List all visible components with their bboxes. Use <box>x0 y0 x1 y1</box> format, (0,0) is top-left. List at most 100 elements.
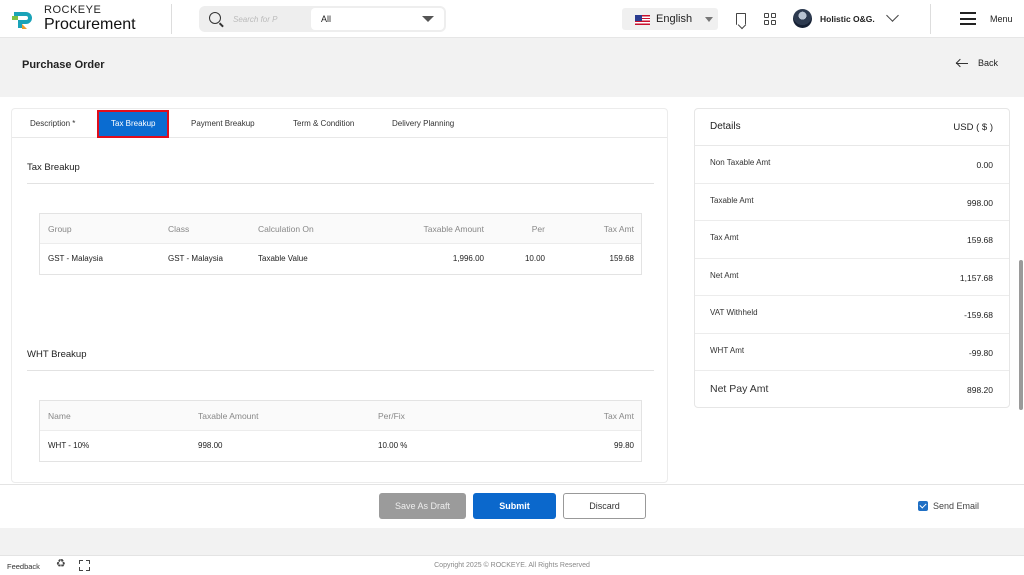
tab-payment-breakup[interactable]: Payment Breakup <box>191 119 255 128</box>
details-panel: Details USD ( $ ) Non Taxable Amt 0.00 T… <box>694 108 1010 408</box>
column-header: Taxable Amount <box>198 411 259 421</box>
search-input[interactable] <box>233 11 309 27</box>
tab-delivery-planning[interactable]: Delivery Planning <box>392 119 454 128</box>
table-row: WHT - 10% 998.00 10.00 % 99.80 <box>40 431 641 461</box>
column-header: Group <box>48 224 72 234</box>
table-row: GST - Malaysia GST - Malaysia Taxable Va… <box>40 244 641 274</box>
header-divider <box>930 4 931 34</box>
top-bar: ROCKEYE Procurement All English Holistic… <box>0 0 1024 38</box>
table-cell: GST - Malaysia <box>48 254 103 263</box>
back-button[interactable]: Back <box>956 58 998 68</box>
page-title: Purchase Order <box>22 59 105 71</box>
wht-breakup-title: WHT Breakup <box>27 349 87 360</box>
table-cell: Taxable Value <box>258 254 308 263</box>
section-divider <box>27 183 654 184</box>
discard-button[interactable]: Discard <box>563 493 646 519</box>
page-scrollbar[interactable] <box>1019 260 1023 410</box>
brand-top: ROCKEYE <box>44 4 102 16</box>
column-header: Tax Amt <box>603 411 634 421</box>
table-cell: 998.00 <box>198 441 223 450</box>
copyright-text: Copyright 2025 © ROCKEYE. All Rights Res… <box>434 562 590 569</box>
section-divider <box>27 370 654 371</box>
search-icon[interactable] <box>209 12 221 24</box>
detail-row-vat-withheld: VAT Withheld -159.68 <box>695 296 1009 334</box>
details-currency: USD ( $ ) <box>953 122 993 133</box>
detail-row-net-pay: Net Pay Amt 898.20 <box>695 371 1009 409</box>
search-bar: All <box>199 6 446 32</box>
status-bar: Feedback ♻ Copyright 2025 © ROCKEYE. All… <box>0 555 1024 575</box>
send-email-label: Send Email <box>933 501 980 511</box>
brand-bottom: Procurement <box>44 16 136 33</box>
submit-button[interactable]: Submit <box>473 493 556 519</box>
table-cell: WHT - 10% <box>48 441 90 450</box>
save-draft-button[interactable]: Save As Draft <box>379 493 466 519</box>
detail-value: 159.68 <box>967 235 993 245</box>
us-flag-icon <box>635 15 650 25</box>
bookmark-icon[interactable] <box>736 13 746 25</box>
detail-value: -99.80 <box>968 347 993 358</box>
language-select[interactable]: English <box>622 8 718 30</box>
tab-description[interactable]: Description * <box>30 119 75 128</box>
tab-bar: Description * Tax Breakup Payment Breaku… <box>12 109 667 138</box>
details-header: Details USD ( $ ) <box>695 109 1009 146</box>
table-header: Group Class Calculation On Taxable Amoun… <box>40 214 641 244</box>
detail-label: Tax Amt <box>710 233 739 242</box>
chevron-down-icon[interactable] <box>886 9 899 22</box>
hamburger-menu-icon[interactable] <box>960 12 976 25</box>
column-header: Tax Amt <box>603 224 634 234</box>
tab-term-condition[interactable]: Term & Condition <box>293 119 354 128</box>
detail-value: 998.00 <box>967 197 993 208</box>
detail-row-non-taxable: Non Taxable Amt 0.00 <box>695 146 1009 184</box>
main-card: Description * Tax Breakup Payment Breaku… <box>11 108 668 483</box>
detail-label: WHT Amt <box>710 345 745 355</box>
table-cell: 1,996.00 <box>452 254 484 263</box>
detail-value: -159.68 <box>964 310 993 320</box>
table-cell: 10.00 % <box>378 441 408 450</box>
back-label: Back <box>978 58 999 68</box>
detail-row-net: Net Amt 1,157.68 <box>695 259 1009 296</box>
detail-row-wht: WHT Amt -99.80 <box>695 334 1009 371</box>
column-header: Name <box>48 411 71 421</box>
detail-value: 898.20 <box>967 385 993 395</box>
detail-label: Net Pay Amt <box>710 383 769 395</box>
detail-value: 0.00 <box>976 160 993 170</box>
search-scope-select[interactable]: All <box>311 8 444 30</box>
detail-label: Non Taxable Amt <box>710 158 771 167</box>
detail-label: VAT Withheld <box>710 308 758 317</box>
caret-down-icon <box>705 17 713 22</box>
tax-breakup-title: Tax Breakup <box>27 162 80 173</box>
table-header: Name Taxable Amount Per/Fix Tax Amt <box>40 401 641 431</box>
user-name[interactable]: Holistic O&G. <box>820 14 875 24</box>
details-title: Details <box>710 121 741 132</box>
column-header: Per/Fix <box>378 411 405 421</box>
table-cell: 159.68 <box>609 254 634 263</box>
column-header: Class <box>168 224 190 234</box>
language-label: English <box>656 13 693 25</box>
column-header: Per <box>531 224 545 234</box>
column-header: Taxable Amount <box>423 224 484 234</box>
back-arrow-icon <box>956 58 968 68</box>
logo-icon <box>12 12 32 29</box>
tax-breakup-table: Group Class Calculation On Taxable Amoun… <box>39 213 642 275</box>
menu-label[interactable]: Menu <box>990 14 1013 24</box>
search-scope-value: All <box>321 14 332 24</box>
caret-down-icon <box>422 16 434 22</box>
detail-label: Taxable Amt <box>710 195 754 205</box>
detail-row-taxable: Taxable Amt 998.00 <box>695 184 1009 221</box>
header-divider <box>171 4 172 34</box>
tab-tax-breakup[interactable]: Tax Breakup <box>96 110 170 138</box>
detail-label: Net Amt <box>710 270 739 280</box>
avatar[interactable] <box>793 9 812 28</box>
table-cell: 10.00 <box>524 254 545 263</box>
detail-row-tax: Tax Amt 159.68 <box>695 221 1009 259</box>
detail-value: 1,157.68 <box>959 272 993 283</box>
table-cell: 99.80 <box>613 441 634 450</box>
wht-breakup-table: Name Taxable Amount Per/Fix Tax Amt WHT … <box>39 400 642 462</box>
column-header: Calculation On <box>258 224 314 234</box>
app-logo[interactable]: ROCKEYE Procurement <box>10 5 136 33</box>
checkbox-checked-icon[interactable] <box>918 501 928 511</box>
send-email-toggle[interactable]: Send Email <box>918 501 979 511</box>
table-cell: GST - Malaysia <box>168 254 223 263</box>
action-bar: Save As Draft Submit Discard Send Email <box>0 484 1024 528</box>
apps-grid-icon[interactable] <box>764 13 776 25</box>
